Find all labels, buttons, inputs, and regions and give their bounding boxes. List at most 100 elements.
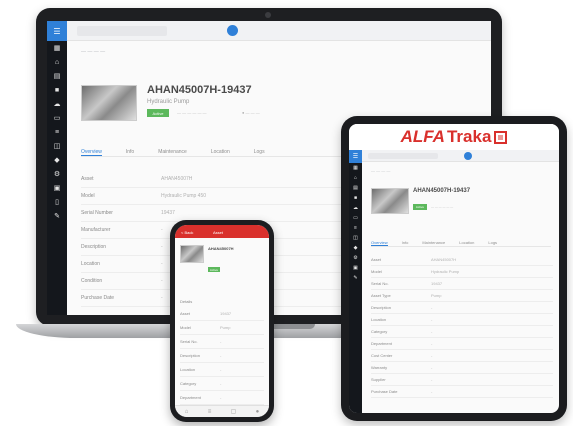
list-icon[interactable]: ≡ — [208, 409, 212, 415]
detail-label: Department — [180, 395, 201, 400]
breadcrumb[interactable]: — — — — — [81, 49, 105, 55]
meta-info: — — — — — — — [431, 205, 454, 209]
detail-value: AHAN45007H — [431, 257, 457, 262]
status-badge: Active — [208, 267, 220, 272]
search-input[interactable] — [368, 153, 438, 159]
detail-label: Asset — [180, 311, 191, 316]
tag-icon[interactable]: ◆ — [349, 243, 362, 253]
tab-info[interactable]: Info — [126, 149, 134, 156]
grid-icon[interactable]: ▦ — [349, 163, 362, 173]
tab-maintenance[interactable]: Maintenance — [422, 240, 445, 246]
sidebar: ☰ ▦ ⌂ ▤ ■ ☁ ▭ ≡ ◫ ◆ ⚙ ▣ ▯ ✎ — [47, 21, 67, 315]
avatar[interactable] — [464, 152, 472, 160]
detail-row: Asset Type Pump — [371, 290, 553, 302]
detail-value: Hydraulic Pump — [431, 269, 460, 274]
wrench-icon[interactable]: ✎ — [47, 209, 67, 223]
sidebar: ☰ ▦ ⌂ ▤ ■ ☁ ▭ ≡ ◫ ◆ ⚙ ▣ ✎ — [349, 150, 362, 413]
detail-label: Department — [371, 341, 392, 346]
detail-label: Location — [180, 367, 196, 372]
home-icon[interactable]: ⌂ — [185, 409, 189, 415]
detail-row: Serial No. - — [180, 335, 264, 349]
detail-row: Location - — [371, 314, 553, 326]
detail-value: - — [161, 244, 163, 250]
calendar-icon[interactable]: ▤ — [349, 183, 362, 193]
top-bar — [362, 150, 559, 162]
detail-value: - — [431, 353, 433, 358]
phone-screen: < Back Asset AHAN45007H Active Details A… — [175, 225, 269, 417]
gear-icon[interactable]: ⚙ — [349, 253, 362, 263]
cloud-icon[interactable]: ☁ — [47, 97, 67, 111]
detail-value: 19437 — [431, 281, 443, 286]
detail-value: 19437 — [220, 311, 232, 316]
brand-traka: Traka — [446, 127, 492, 146]
home-icon[interactable]: ⌂ — [47, 55, 67, 69]
detail-value: - — [431, 305, 433, 310]
back-button[interactable]: < Back — [181, 230, 193, 235]
scan-icon[interactable]: ▢ — [231, 408, 237, 415]
detail-row: Department - — [180, 391, 264, 405]
cart-icon[interactable]: ◫ — [47, 139, 67, 153]
detail-row: Warranty - — [371, 362, 553, 374]
clipboard-icon[interactable]: ▯ — [47, 195, 67, 209]
tab-overview[interactable]: Overview — [371, 240, 388, 246]
detail-value: - — [220, 353, 222, 358]
detail-label: Condition — [81, 278, 103, 284]
cloud-icon[interactable]: ☁ — [349, 203, 362, 213]
section-label: Details — [180, 299, 193, 304]
asset-photo — [180, 245, 204, 263]
tab-maintenance[interactable]: Maintenance — [158, 149, 187, 156]
asset-title: AHAN45007H — [208, 246, 234, 251]
detail-label: Purchase Date — [81, 295, 115, 301]
status-badge: Active — [413, 204, 427, 210]
menu-icon[interactable]: ☰ — [349, 150, 362, 163]
document-icon[interactable]: ▭ — [47, 111, 67, 125]
tab-logs[interactable]: Logs — [488, 240, 497, 246]
detail-label: Supplier — [371, 377, 386, 382]
cart-icon[interactable]: ◫ — [349, 233, 362, 243]
detail-row: Asset 19437 — [180, 307, 264, 321]
list-icon[interactable]: ≡ — [349, 223, 362, 233]
box-icon[interactable]: ▣ — [349, 263, 362, 273]
user-icon[interactable]: ● — [256, 409, 260, 415]
detail-row: Cost Center - — [371, 350, 553, 362]
detail-label: Serial No. — [180, 339, 198, 344]
tag-icon[interactable]: ◆ — [47, 153, 67, 167]
detail-row: Serial No. 19437 — [371, 278, 553, 290]
grid-icon[interactable]: ▦ — [47, 41, 67, 55]
breadcrumb[interactable]: — — — — — [371, 168, 390, 173]
detail-label: Location — [371, 317, 387, 322]
tab-location[interactable]: Location — [211, 149, 230, 156]
tab-location[interactable]: Location — [459, 240, 474, 246]
detail-label: Model — [81, 193, 95, 199]
document-icon[interactable]: ▭ — [349, 213, 362, 223]
tab-info[interactable]: Info — [402, 240, 409, 246]
detail-value: - — [431, 377, 433, 382]
detail-label: Serial No. — [371, 281, 389, 286]
tablet-screen: ALFA Traka ☰ ▦ ⌂ ▤ ■ ☁ ▭ ≡ ◫ ◆ ⚙ ▣ ✎ — — — — AHAN45… — [349, 124, 559, 413]
menu-icon[interactable]: ☰ — [47, 21, 67, 41]
home-icon[interactable]: ⌂ — [349, 173, 362, 183]
list-icon[interactable]: ≡ — [47, 125, 67, 139]
box-icon[interactable]: ▣ — [47, 181, 67, 195]
search-input[interactable] — [77, 26, 167, 36]
detail-label: Location — [81, 261, 100, 267]
detail-row: Location - — [180, 363, 264, 377]
detail-label: Category — [180, 381, 197, 386]
square-icon[interactable]: ■ — [47, 83, 67, 97]
detail-value: - — [431, 317, 433, 322]
detail-row: Asset AHAN45007H — [371, 254, 553, 266]
asset-title: AHAN45007H-19437 — [413, 188, 471, 194]
detail-row: Purchase Date - — [371, 386, 553, 398]
gear-icon[interactable]: ⚙ — [47, 167, 67, 181]
square-icon[interactable]: ■ — [349, 193, 362, 203]
brand-alfa: ALFA — [400, 127, 445, 146]
detail-row: Supplier - — [371, 374, 553, 386]
tab-overview[interactable]: Overview — [81, 149, 102, 156]
detail-row: Description - — [180, 349, 264, 363]
calendar-icon[interactable]: ▤ — [47, 69, 67, 83]
detail-value: - — [161, 278, 163, 284]
detail-value: 19437 — [161, 210, 175, 216]
tab-logs[interactable]: Logs — [254, 149, 265, 156]
wrench-icon[interactable]: ✎ — [349, 273, 362, 283]
avatar[interactable] — [227, 25, 238, 36]
